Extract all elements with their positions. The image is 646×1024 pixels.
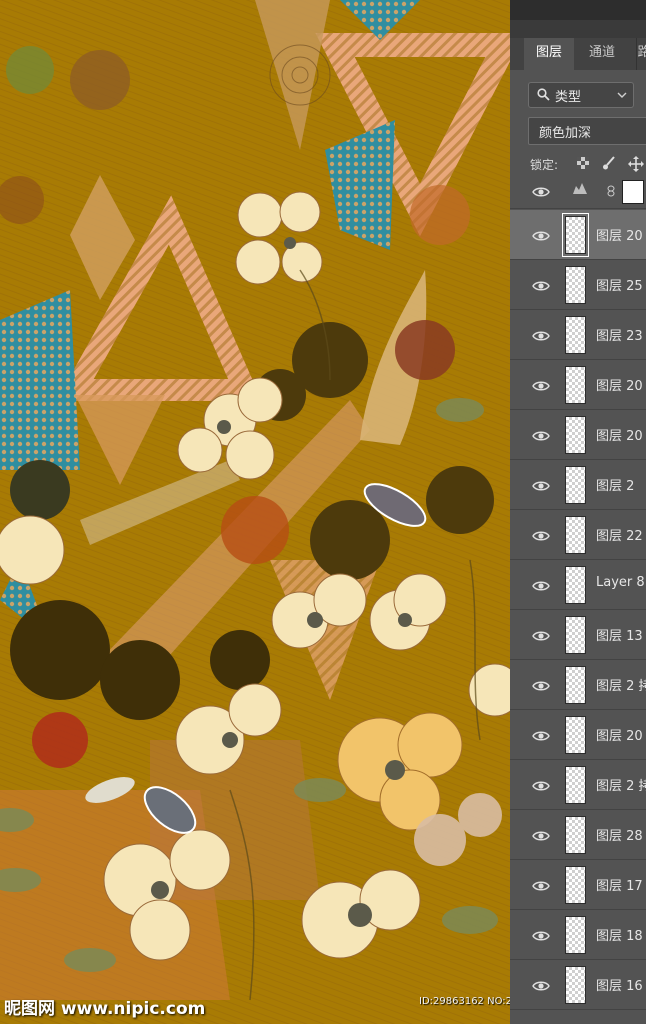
eye-visibility-icon[interactable] [532, 677, 550, 696]
layer-name[interactable]: 图层 28 [596, 825, 643, 844]
layer-thumbnail[interactable] [565, 466, 586, 504]
panel-tabs: 图层 通道 路 [510, 38, 646, 70]
layer-row[interactable]: 图层 2 拷 [510, 760, 646, 810]
eye-visibility-icon[interactable] [532, 927, 550, 946]
layer-thumbnail[interactable] [565, 316, 586, 354]
layer-name[interactable]: 图层 18 [596, 925, 643, 944]
layer-row[interactable]: 图层 20 [510, 410, 646, 460]
layer-name[interactable]: 图层 20 [596, 725, 643, 744]
watermark-id: ID:29863162 NO:20211029101729165106 [419, 996, 510, 1007]
layer-name[interactable]: 图层 20 [596, 375, 643, 394]
layer-thumbnail[interactable] [565, 916, 586, 954]
link-mask-icon [606, 182, 616, 201]
layer-name[interactable]: 图层 25 [596, 275, 643, 294]
lock-transparent-pixels-icon[interactable] [576, 156, 590, 173]
layer-row[interactable]: 图层 20 [510, 360, 646, 410]
layer-thumbnail[interactable] [565, 966, 586, 1004]
layer-name[interactable]: 图层 17 [596, 875, 643, 894]
eye-visibility-icon[interactable] [532, 727, 550, 746]
eye-visibility-icon[interactable] [532, 827, 550, 846]
layer-thumbnail[interactable] [565, 866, 586, 904]
lock-label: 锁定: [530, 158, 559, 172]
layer-row[interactable]: Layer 8 [510, 560, 646, 610]
layer-name[interactable]: 图层 16 [596, 975, 643, 994]
layer-thumbnail[interactable] [562, 213, 589, 257]
eye-visibility-icon[interactable] [532, 327, 550, 346]
layer-thumbnail[interactable] [565, 666, 586, 704]
eye-visibility-icon[interactable] [532, 577, 550, 596]
layer-row[interactable]: 图层 22 [510, 510, 646, 560]
layer-row[interactable]: 图层 20 [510, 210, 646, 260]
layer-name[interactable]: Layer 8 [596, 575, 645, 590]
eye-visibility-icon[interactable] [532, 627, 550, 646]
artwork-floral-pattern [0, 0, 510, 1024]
eye-visibility-icon[interactable] [532, 183, 550, 202]
layer-name[interactable]: 图层 13 [596, 625, 643, 644]
layer-row[interactable]: 图层 20 [510, 710, 646, 760]
layer-thumbnail[interactable] [565, 616, 586, 654]
lock-position-move-icon[interactable] [628, 156, 644, 175]
blend-mode-label: 颜色加深 [539, 126, 592, 141]
layer-name[interactable]: 图层 20 [596, 225, 643, 244]
eye-visibility-icon[interactable] [532, 527, 550, 546]
layer-name[interactable]: 图层 22 [596, 525, 643, 544]
layer-row[interactable]: 图层 2 [510, 460, 646, 510]
watermark-site: 昵图网 www.nipic.com [4, 999, 206, 1019]
lock-image-pixels-brush-icon[interactable] [602, 156, 616, 173]
layer-thumbnail[interactable] [565, 766, 586, 804]
adjustment-layer-row[interactable] [510, 178, 646, 209]
layer-thumbnail[interactable] [565, 816, 586, 854]
eye-visibility-icon[interactable] [532, 477, 550, 496]
layer-name[interactable]: 图层 2 拷 [596, 675, 646, 694]
tab-layers[interactable]: 图层 [524, 38, 574, 70]
eye-visibility-icon[interactable] [532, 277, 550, 296]
layer-name[interactable]: 图层 23 [596, 325, 643, 344]
tab-paths[interactable]: 路 [636, 38, 646, 70]
layers-panel: 图层 通道 路 类型 颜色加深 锁定: 图层 20 图层 25 图层 23 图层… [510, 0, 646, 1024]
layer-name[interactable]: 图层 2 拷 [596, 775, 646, 794]
search-icon [537, 88, 550, 105]
layer-row[interactable]: 图层 13 [510, 610, 646, 660]
eye-visibility-icon[interactable] [532, 877, 550, 896]
layer-filter-label: 类型 [555, 90, 582, 105]
eye-visibility-icon[interactable] [532, 977, 550, 996]
layer-thumbnail[interactable] [565, 516, 586, 554]
layer-name[interactable]: 图层 20 [596, 425, 643, 444]
layer-row[interactable]: 图层 25 [510, 260, 646, 310]
panel-title-bar [510, 0, 646, 20]
tab-channels[interactable]: 通道 [576, 38, 628, 70]
layer-row[interactable]: 图层 17 [510, 860, 646, 910]
layer-thumbnail[interactable] [565, 716, 586, 754]
blend-mode-select[interactable]: 颜色加深 [528, 117, 646, 145]
layer-thumbnail[interactable] [565, 416, 586, 454]
layer-thumbnail[interactable] [565, 566, 586, 604]
layer-filter-select[interactable]: 类型 [528, 82, 634, 108]
layer-row[interactable]: 图层 28 [510, 810, 646, 860]
eye-visibility-icon[interactable] [532, 377, 550, 396]
levels-adjustment-icon [572, 180, 588, 199]
chevron-down-icon [617, 89, 627, 104]
layer-thumbnail[interactable] [565, 266, 586, 304]
panel-collapse-bar[interactable] [510, 20, 646, 38]
eye-visibility-icon[interactable] [532, 227, 550, 246]
layer-row[interactable]: 图层 23 [510, 310, 646, 360]
layer-name[interactable]: 图层 2 [596, 475, 634, 494]
layer-row[interactable]: 图层 2 拷 [510, 660, 646, 710]
layer-mask-thumbnail[interactable] [622, 180, 644, 204]
layer-row[interactable]: 图层 18 [510, 910, 646, 960]
layer-thumbnail[interactable] [565, 366, 586, 404]
layer-row[interactable]: 图层 16 [510, 960, 646, 1010]
document-canvas[interactable]: 昵图网 www.nipic.com ID:29863162 NO:2021102… [0, 0, 510, 1024]
eye-visibility-icon[interactable] [532, 427, 550, 446]
eye-visibility-icon[interactable] [532, 777, 550, 796]
